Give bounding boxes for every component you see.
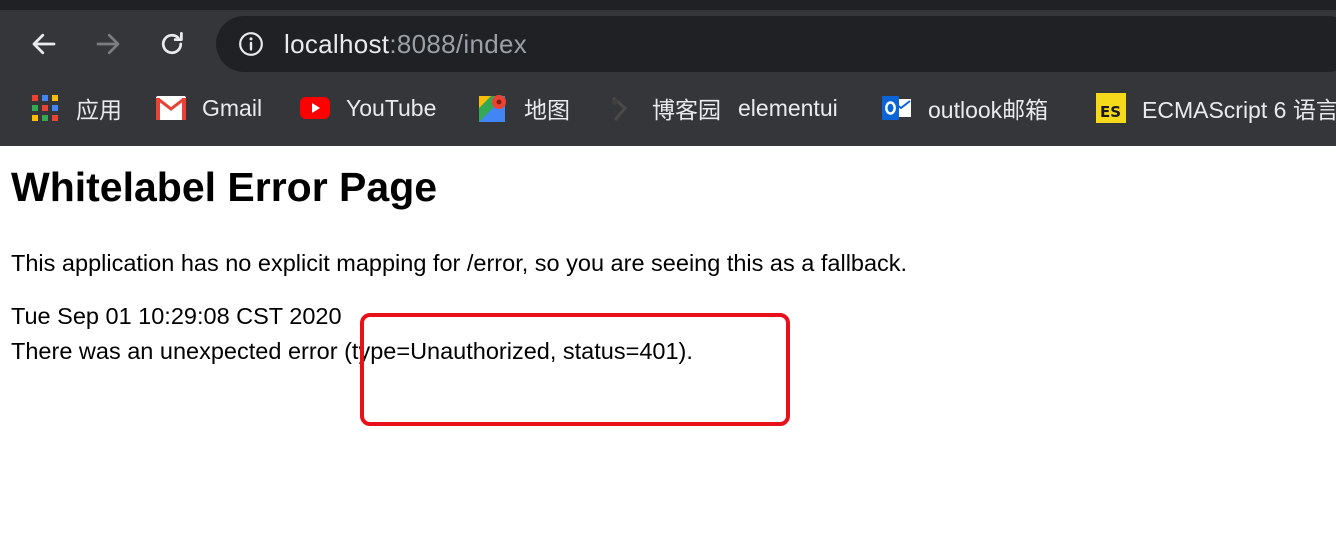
bookmark-label: ECMAScript 6 语言 [1142, 97, 1336, 123]
bookmark-label: elementui [738, 94, 838, 121]
bookmark-label: Gmail [202, 94, 263, 121]
url-text[interactable]: localhost:8088/index [284, 28, 527, 60]
arrow-right-icon [96, 33, 120, 55]
browser-chrome: localhost:8088/index 应用 Gmail YouTube 地图… [0, 0, 1336, 146]
svg-text:ES: ES [1100, 103, 1121, 121]
gmail-icon [156, 93, 186, 123]
bookmark-gmail[interactable]: Gmail [156, 90, 262, 126]
back-button[interactable] [24, 24, 64, 64]
error-timestamp: Tue Sep 01 10:29:08 CST 2020 [11, 303, 342, 329]
apps-grid-icon [30, 93, 60, 123]
arrow-left-icon [32, 33, 56, 55]
tab-strip [0, 0, 1336, 10]
bookmark-apps[interactable]: 应用 [30, 90, 122, 126]
reload-icon [161, 32, 183, 55]
bookmarks-bar: 应用 Gmail YouTube 地图 博客园 elementui outloo… [0, 80, 1336, 136]
bookmark-cnblogs[interactable]: 博客园 [606, 90, 721, 126]
cnblogs-icon [606, 93, 636, 123]
url-path: :8088/index [389, 29, 528, 59]
url-host: localhost [284, 29, 390, 59]
bookmark-label: 博客园 [652, 97, 721, 123]
reload-button[interactable] [152, 24, 192, 64]
bookmark-maps[interactable]: 地图 [478, 90, 570, 126]
youtube-icon [300, 93, 330, 123]
info-circle-icon[interactable] [238, 31, 264, 57]
bookmark-label: 地图 [524, 97, 570, 123]
error-description: This application has no explicit mapping… [11, 250, 908, 276]
forward-button[interactable] [88, 24, 128, 64]
bookmark-ecmascript[interactable]: ES ECMAScript 6 语言 [1096, 90, 1336, 126]
bookmark-label: YouTube [346, 94, 437, 121]
google-maps-icon [478, 93, 508, 123]
es-icon: ES [1096, 93, 1126, 123]
bookmark-label: 应用 [76, 97, 122, 123]
bookmark-youtube[interactable]: YouTube [300, 90, 436, 126]
address-bar[interactable]: localhost:8088/index [216, 16, 1336, 72]
bookmark-label: outlook邮箱 [928, 97, 1049, 123]
page-title: Whitelabel Error Page [11, 164, 438, 210]
outlook-icon [882, 93, 912, 123]
bookmark-outlook[interactable]: outlook邮箱 [882, 90, 1048, 126]
bookmark-elementui[interactable]: elementui [738, 90, 838, 126]
highlight-annotation-box [360, 313, 790, 426]
